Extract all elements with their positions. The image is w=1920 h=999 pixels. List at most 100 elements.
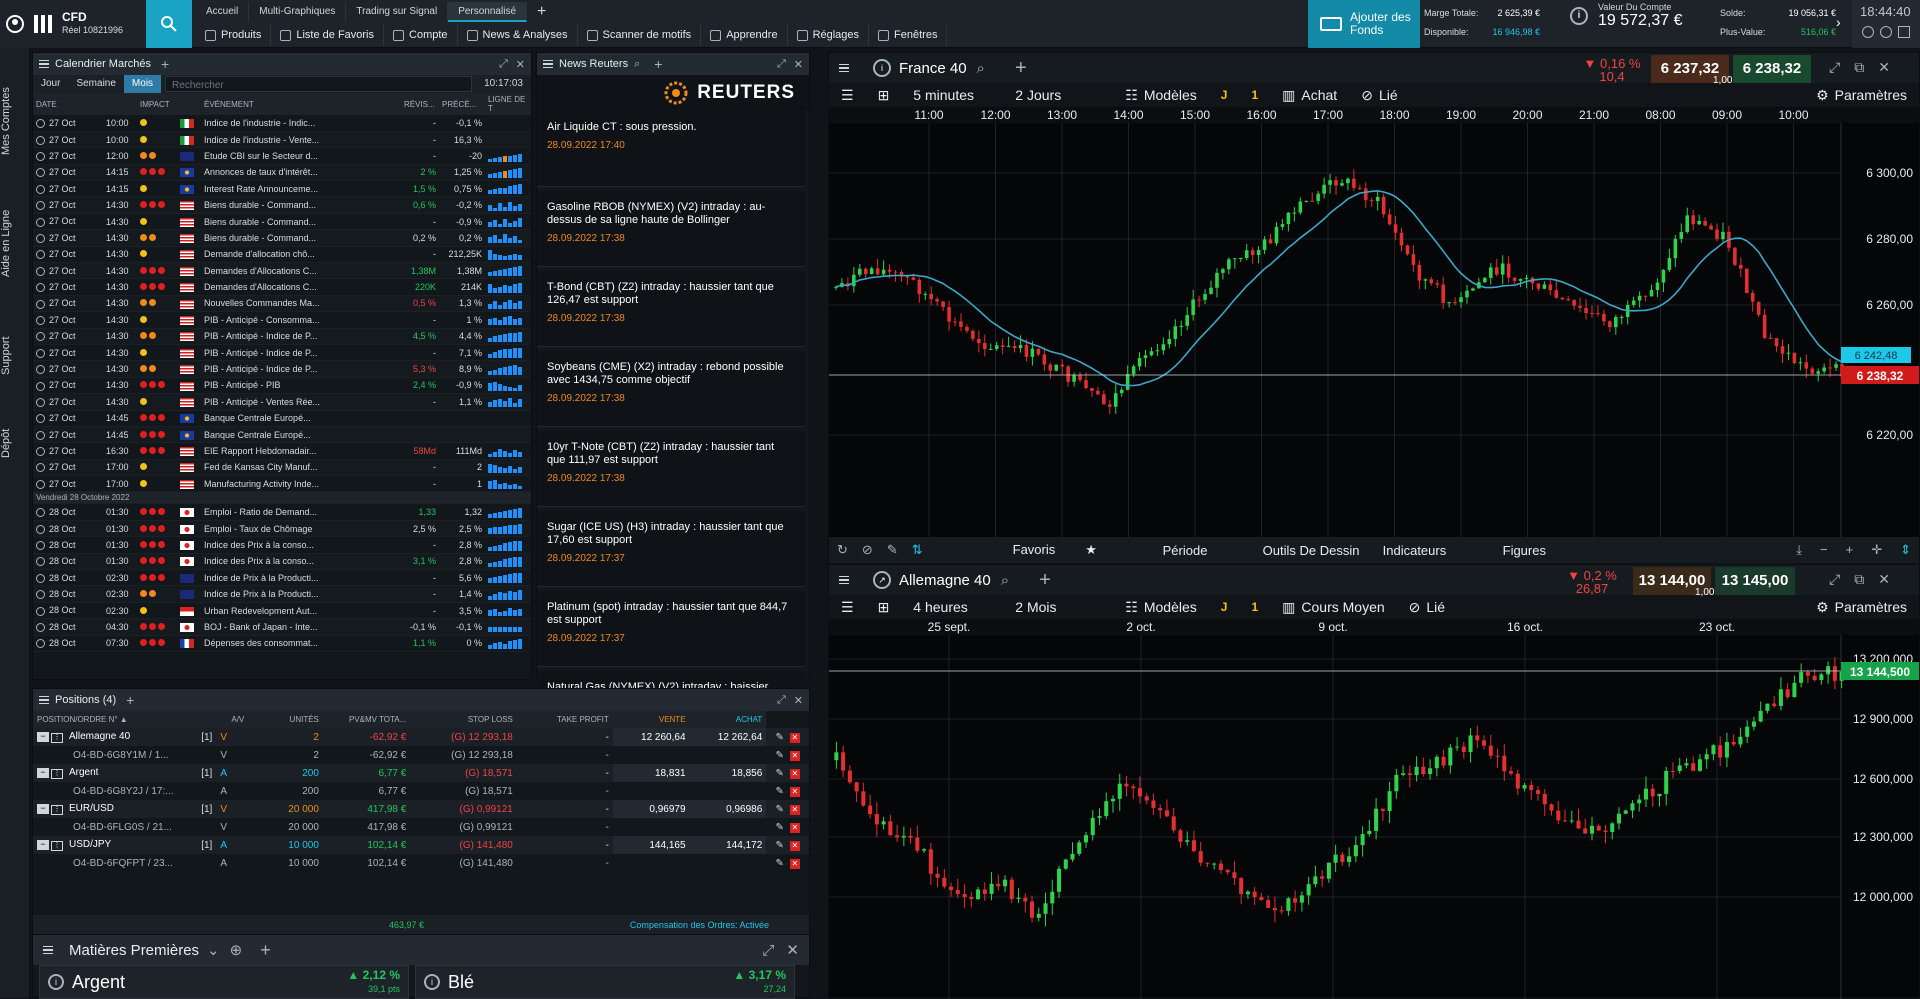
more-icon[interactable]: ⋮ <box>51 841 63 851</box>
drawing-tools-button[interactable]: Outils De Dessin <box>1263 543 1383 558</box>
info-icon[interactable] <box>36 524 45 534</box>
crosshair-add-icon[interactable]: ✛ <box>1871 542 1882 558</box>
pencil-icon[interactable]: ✎ <box>775 804 783 815</box>
news-item[interactable]: T-Bond (CBT) (Z2) intraday : haussier ta… <box>537 271 805 347</box>
collapse-icon[interactable]: − <box>37 732 49 742</box>
news-item[interactable]: Air Liquide CT : sous pression. 28.09.202… <box>537 111 805 187</box>
calendar-row[interactable]: 27 Oct 10:00 Indice de l'industrie - Ind… <box>33 115 531 132</box>
positions-col-header[interactable]: TAKE PROFIT <box>516 711 613 728</box>
pencil-icon[interactable]: ✎ <box>775 822 783 833</box>
close-position-icon[interactable]: ✕ <box>789 750 800 761</box>
range-select[interactable]: 2 Mois <box>1003 599 1113 615</box>
price-mode-button[interactable]: ▥ Cours Moyen <box>1270 599 1397 616</box>
position-sell[interactable]: 144,165 <box>612 836 690 854</box>
news-item[interactable]: Gasoline RBOB (NYMEX) (V2) intraday : au… <box>537 191 805 267</box>
info-icon[interactable]: i <box>424 974 440 990</box>
menu-icon[interactable] <box>537 53 559 75</box>
close-icon[interactable]: ✕ <box>786 941 799 959</box>
info-icon[interactable] <box>36 463 45 473</box>
layout-icon[interactable]: ⊞ <box>866 599 902 616</box>
info-icon[interactable]: i <box>1570 7 1588 25</box>
close-position-icon[interactable]: ✕ <box>789 840 800 851</box>
news-item[interactable]: 10yr T-Note (CBT) (Z2) intraday : haussi… <box>537 431 805 507</box>
search-icon[interactable]: ⌕ <box>634 58 640 71</box>
erase-icon[interactable]: ⊘ <box>862 542 873 558</box>
chevron-right-icon[interactable]: › <box>1836 14 1841 30</box>
position-row[interactable]: − ⋮ Allemagne 40 [1] V 2 -62,92 € (G) 12 2… <box>33 728 809 746</box>
zoom-icon[interactable]: ⊕ <box>230 941 243 959</box>
menu-favoris[interactable]: Liste de Favoris <box>271 24 385 46</box>
buy-price-button[interactable]: 6 238,32 <box>1733 55 1811 83</box>
info-icon[interactable] <box>36 557 45 567</box>
position-stop-loss[interactable]: (G) 18,571 <box>410 764 517 782</box>
position-take-profit[interactable]: - <box>517 782 613 800</box>
tab-accueil[interactable]: Accueil <box>196 2 250 22</box>
menu-icon[interactable] <box>829 565 859 595</box>
collapse-icon[interactable]: − <box>37 804 49 814</box>
calendar-row[interactable]: 28 Oct 02:30 Indice de Prix à la Product… <box>33 569 531 587</box>
calendar-row[interactable]: 27 Oct 14:30 PIB - Anticipé - Indice de … <box>33 328 531 345</box>
list-icon[interactable]: ☰ <box>829 599 866 616</box>
instrument-name[interactable]: France 40 <box>899 60 967 77</box>
calendar-row[interactable]: 27 Oct 14:15 Annonces de taux d'intérêt.… <box>33 164 531 182</box>
info-icon[interactable] <box>36 299 45 309</box>
tab-personnalise[interactable]: Personnalisé <box>448 2 527 22</box>
add-icon[interactable]: + <box>654 56 662 72</box>
info-icon[interactable] <box>36 152 45 162</box>
info-icon[interactable] <box>36 168 45 178</box>
menu-icon[interactable] <box>829 53 859 83</box>
position-sell[interactable]: 18,831 <box>612 764 690 782</box>
pencil-icon[interactable]: ✎ <box>775 732 783 743</box>
models-button[interactable]: ☷ Modèles <box>1113 599 1208 616</box>
j-toggle[interactable]: J <box>1209 600 1240 614</box>
close-position-icon[interactable]: ✕ <box>789 804 800 815</box>
pencil-icon[interactable]: ✎ <box>887 542 898 558</box>
positions-col-header[interactable]: ACHAT <box>689 711 767 728</box>
calendar-col-header[interactable]: LIGNE DE T <box>485 93 531 115</box>
add-icon[interactable]: + <box>1015 57 1027 80</box>
position-buy[interactable]: 144,172 <box>689 836 767 854</box>
position-take-profit[interactable]: - <box>516 728 613 746</box>
tab-mes-comptes[interactable]: Mes Comptes <box>0 66 30 176</box>
info-icon[interactable] <box>36 266 45 276</box>
positions-col-header[interactable]: A/V <box>216 711 249 728</box>
favorites-button[interactable]: Favoris ★ <box>1013 542 1123 558</box>
chevron-down-icon[interactable]: ⌄ <box>207 941 220 959</box>
add-icon[interactable]: + <box>260 940 271 961</box>
one-toggle[interactable]: 1 <box>1239 88 1270 102</box>
info-icon[interactable] <box>36 217 45 227</box>
models-button[interactable]: ☷ Modèles <box>1113 87 1208 104</box>
position-stop-loss[interactable]: (G) 12 293,18 <box>410 746 517 764</box>
more-icon[interactable]: ⋮ <box>51 805 63 815</box>
calendar-row[interactable]: 27 Oct 14:30 Biens durable - Command... … <box>33 196 531 214</box>
indicators-button[interactable]: Indicateurs <box>1383 543 1503 558</box>
position-buy[interactable]: 0,96986 <box>689 800 767 818</box>
menu-scanner[interactable]: Scanner de motifs <box>578 24 702 46</box>
period-button[interactable]: Période <box>1163 543 1263 558</box>
info-icon[interactable] <box>36 283 45 293</box>
expand-icon[interactable]: ⤢ <box>1829 59 1840 76</box>
chart-icon[interactable]: ↗ <box>873 571 891 589</box>
crosshair-icon[interactable]: ⇅ <box>912 542 923 558</box>
order-row[interactable]: O4-BD-6G8Y1M / 1... V 2 -62,92 € (G) 12 … <box>33 746 809 764</box>
buy-price-button[interactable]: 13 145,00 <box>1715 567 1795 595</box>
search-icon[interactable]: ⌕ <box>1001 572 1009 589</box>
interval-select[interactable]: 4 heures <box>901 599 1003 615</box>
close-icon[interactable]: ✕ <box>794 694 803 707</box>
info-icon[interactable] <box>36 639 45 649</box>
position-row[interactable]: − ⋮ EUR/USD [1] V 20 000 417,98 € (G) 0,99… <box>33 800 809 818</box>
tab-depot[interactable]: Dépôt <box>0 408 30 478</box>
range-select[interactable]: 2 Jours <box>1003 87 1113 103</box>
search-icon[interactable]: ⌕ <box>977 60 985 77</box>
position-take-profit[interactable]: - <box>516 764 613 782</box>
menu-icon[interactable] <box>33 53 55 75</box>
add-icon[interactable]: + <box>126 692 134 708</box>
info-icon[interactable] <box>36 201 45 211</box>
info-icon[interactable] <box>36 315 45 325</box>
calendar-row[interactable]: 27 Oct 14:30 Biens durable - Command... … <box>33 229 531 247</box>
close-icon[interactable]: ✕ <box>794 58 803 71</box>
link-button[interactable]: ⊘ Lié <box>1349 87 1409 104</box>
position-row[interactable]: − ⋮ Argent [1] A 200 6,77 € (G) 18,571 - 1… <box>33 764 809 782</box>
info-icon[interactable] <box>36 365 45 375</box>
close-icon[interactable]: ✕ <box>1878 59 1890 76</box>
